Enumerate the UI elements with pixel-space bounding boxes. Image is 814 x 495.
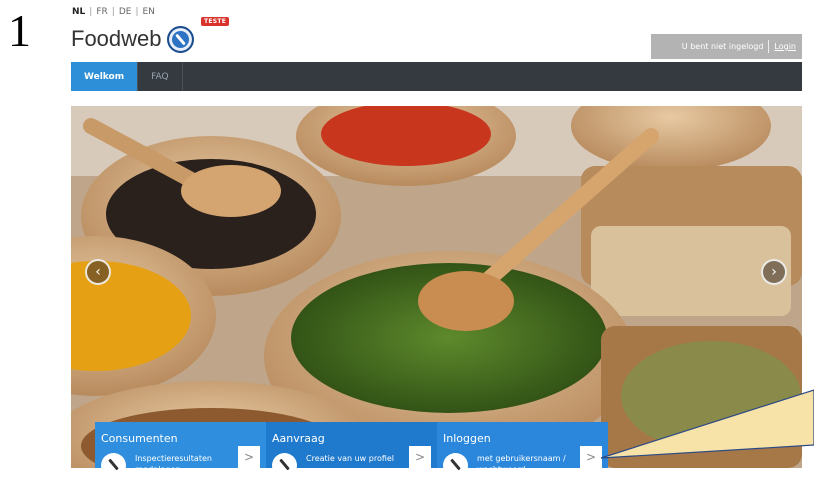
callout-pointer bbox=[600, 389, 814, 459]
